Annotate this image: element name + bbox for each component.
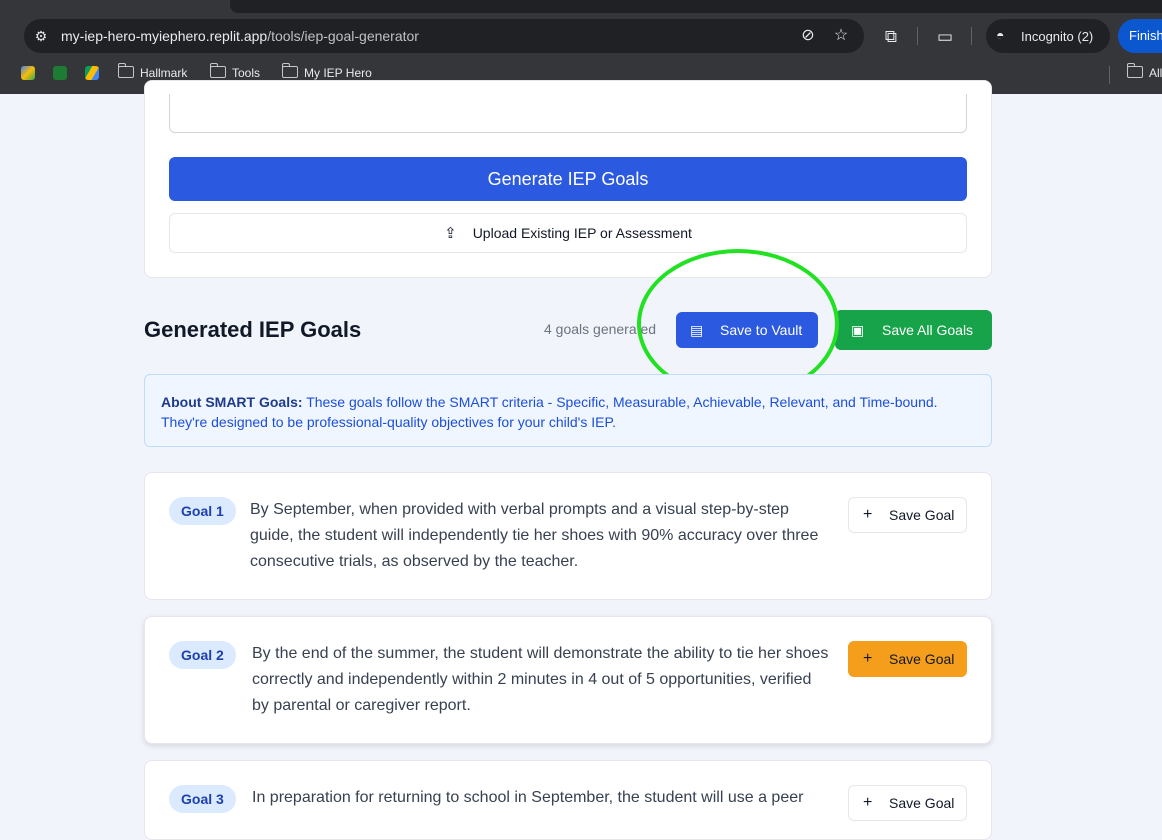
smart-goals-info: About SMART Goals: These goals follow th… [144, 374, 992, 447]
section-title: Generated IEP Goals [144, 317, 362, 342]
save-all-goals-button[interactable]: ▣ Save All Goals [835, 310, 992, 350]
plus-icon: + [863, 794, 873, 811]
goal-badge: Goal 1 [169, 497, 236, 525]
folder-icon [118, 63, 134, 78]
bookmark-favicon-icon[interactable] [53, 66, 67, 80]
url-text[interactable]: my-iep-hero-myiephero.replit.app/tools/i… [61, 27, 419, 45]
extensions-icon[interactable]: ⧉ [880, 26, 902, 48]
drive-icon[interactable] [85, 66, 99, 80]
folder-icon [210, 63, 226, 78]
incognito-label: Incognito (2) [1021, 29, 1094, 44]
eye-off-icon[interactable]: ⊘ [798, 26, 818, 46]
plus-icon: + [863, 650, 873, 667]
goal-card: Goal 2 By the end of the summer, the stu… [144, 616, 992, 744]
save-all-goals-label: Save All Goals [882, 322, 974, 338]
bookmark-favicon-icon[interactable] [21, 66, 35, 80]
save-goal-button[interactable]: + Save Goal [848, 785, 967, 821]
save-goal-label: Save Goal [889, 507, 955, 523]
toolbar-divider [971, 27, 972, 45]
bookmarks-divider [1109, 66, 1110, 84]
tab-strip [230, 0, 1162, 13]
info-heading: About SMART Goals: [161, 394, 303, 410]
save-goal-label: Save Goal [889, 651, 955, 667]
tab-search-icon[interactable]: ▭ [934, 26, 956, 48]
goal-card: Goal 3 In preparation for returning to s… [144, 760, 992, 840]
description-textarea[interactable] [169, 94, 967, 133]
goal-badge: Goal 2 [169, 641, 236, 669]
finish-button[interactable]: Finish [1118, 19, 1162, 53]
save-goal-button[interactable]: + Save Goal [848, 641, 967, 677]
goal-text: By the end of the summer, the student wi… [252, 645, 829, 714]
plus-icon: + [863, 506, 873, 523]
upload-icon: ⇪ [444, 225, 457, 242]
star-icon[interactable]: ☆ [831, 26, 851, 46]
incognito-icon: ◓ [996, 27, 1005, 43]
folder-icon [1127, 63, 1143, 78]
upload-label: Upload Existing IEP or Assessment [472, 225, 692, 241]
goal-card: Goal 1 By September, when provided with … [144, 472, 992, 600]
goal-text: In preparation for returning to school i… [252, 789, 804, 806]
folder-icon [282, 63, 298, 78]
goal-text: By September, when provided with verbal … [250, 501, 819, 570]
generate-goals-button[interactable]: Generate IEP Goals [169, 157, 967, 201]
save-icon: ▣ [851, 322, 865, 338]
url-path: /tools/iep-goal-generator [267, 28, 419, 44]
save-goal-label: Save Goal [889, 795, 955, 811]
site-info-icon[interactable]: ⚙ [32, 27, 50, 45]
incognito-button[interactable]: ◓ Incognito (2) [986, 19, 1110, 53]
bookmark-all[interactable]: All [1127, 60, 1162, 86]
url-host: my-iep-hero-myiephero.replit.app [61, 28, 268, 44]
save-goal-button[interactable]: + Save Goal [848, 497, 967, 533]
upload-iep-button[interactable]: ⇪ Upload Existing IEP or Assessment [169, 213, 967, 253]
toolbar-divider [917, 27, 918, 45]
